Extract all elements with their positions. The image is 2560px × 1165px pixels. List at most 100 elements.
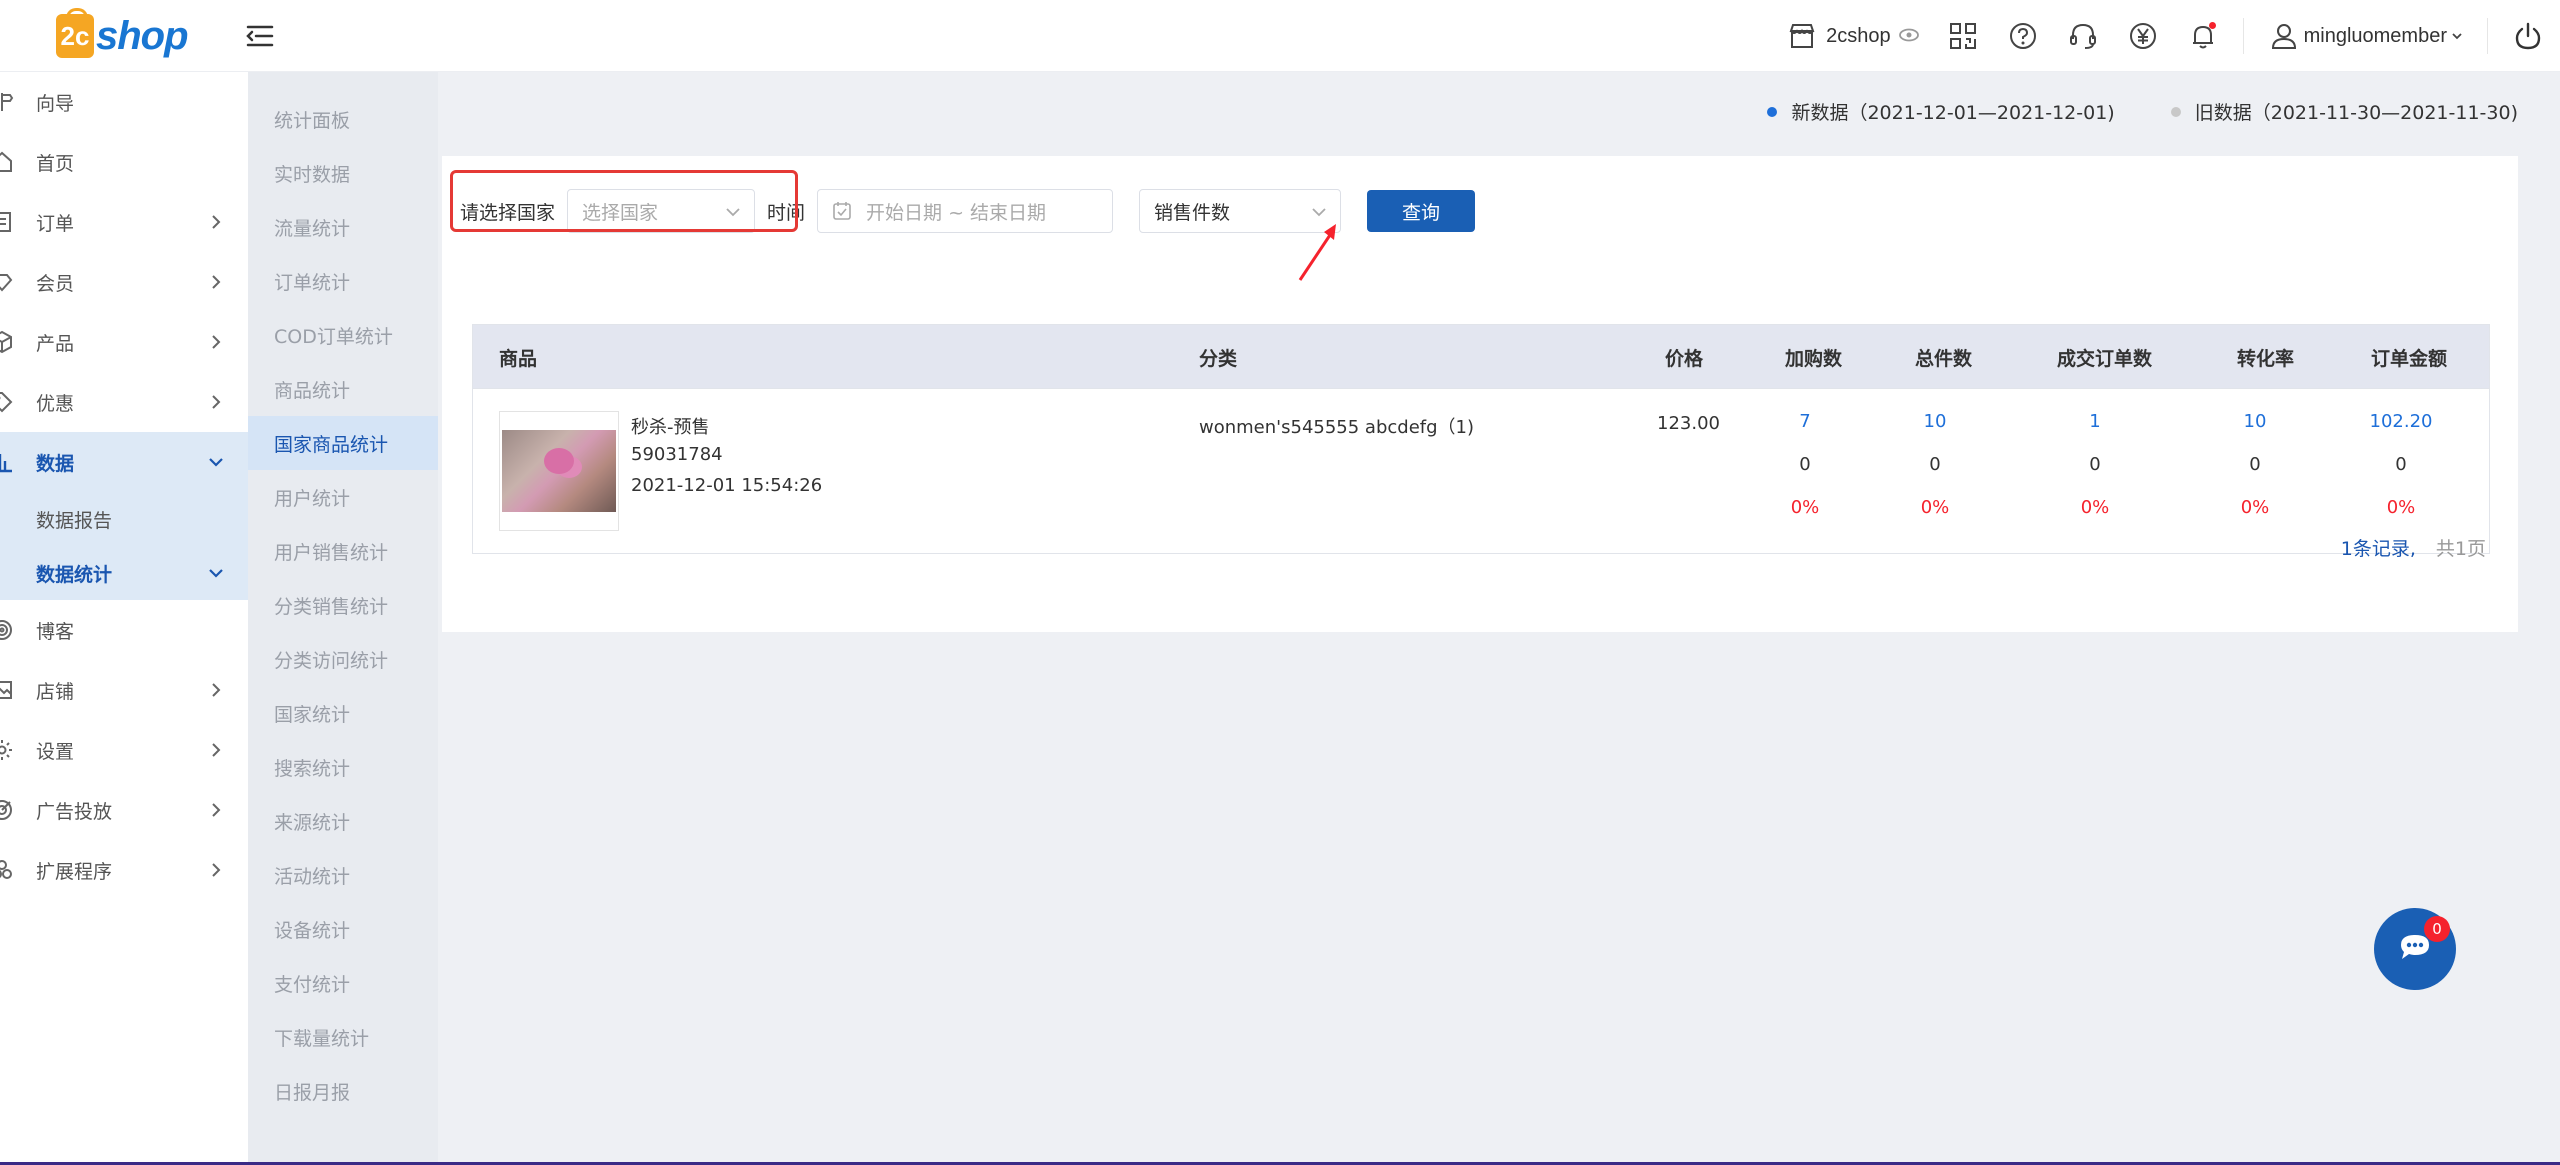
legend-new-label: 新数据（2021-12-01—2021-12-01)	[1791, 102, 2115, 124]
help-icon	[2007, 20, 2039, 52]
sidebar-item-coupons[interactable]: 优惠	[0, 372, 248, 432]
user-menu[interactable]: mingluomember	[2254, 0, 2477, 72]
subnav-item[interactable]: 国家统计	[248, 686, 438, 740]
col-price: 价格	[1665, 347, 1704, 370]
product-image[interactable]	[499, 411, 619, 531]
sidebar-item-label: 设置	[36, 740, 75, 763]
product-icon	[0, 330, 14, 354]
chevron-down-icon	[206, 563, 226, 583]
extension-icon	[0, 858, 14, 882]
conversion-old: 0	[2249, 454, 2261, 475]
sidebar-subitem-data-stats[interactable]: 数据统计	[0, 546, 248, 600]
conversion-new: 10	[2243, 411, 2267, 432]
logout-button[interactable]	[2498, 0, 2560, 72]
product-stats-table: 商品 分类 价格 加购数 总件数 成交订单数 转化率 订单金额 秒杀-预售 59…	[472, 324, 2490, 554]
sidebar-item-label: 向导	[36, 92, 75, 115]
query-button[interactable]: 查询	[1367, 190, 1476, 232]
legend-new: 新数据（2021-12-01—2021-12-01)	[1767, 98, 2115, 125]
logo[interactable]: 2c shop	[56, 8, 189, 64]
stats-subnav: 统计面板 实时数据 流量统计 订单统计 COD订单统计 商品统计 国家商品统计 …	[248, 72, 438, 1165]
yen-icon	[2127, 20, 2159, 52]
subnav-item[interactable]: 实时数据	[248, 146, 438, 200]
subnav-item[interactable]: 用户销售统计	[248, 524, 438, 578]
conversion-values: 10 0 0%	[2195, 411, 2315, 540]
date-placeholder: 开始日期 ~ 结束日期	[866, 201, 1047, 224]
qrcode-button[interactable]	[1933, 0, 1993, 72]
chart-icon	[0, 450, 14, 474]
sidebar-item-label: 产品	[36, 332, 75, 355]
sidebar-item-label: 博客	[36, 620, 75, 643]
sidebar-item-guide[interactable]: 向导	[0, 72, 248, 132]
col-cart: 加购数	[1785, 347, 1843, 370]
store-icon	[0, 678, 14, 702]
chevron-right-icon	[206, 272, 226, 292]
chevron-down-icon	[206, 452, 226, 472]
sort-value: 销售件数	[1154, 201, 1231, 224]
product-name[interactable]: 秒杀-预售	[631, 413, 710, 439]
sidebar-item-store[interactable]: 店铺	[0, 660, 248, 720]
legend-old-label: 旧数据（2021-11-30—2021-11-30)	[2194, 102, 2518, 124]
chevron-right-icon	[206, 800, 226, 820]
power-icon	[2512, 20, 2544, 52]
username: mingluomember	[2303, 24, 2447, 47]
eye-icon[interactable]	[1898, 25, 1919, 48]
subnav-item[interactable]: 分类访问统计	[248, 632, 438, 686]
sidebar-item-products[interactable]: 产品	[0, 312, 248, 372]
subnav-item[interactable]: COD订单统计	[248, 308, 438, 362]
sidebar-subitem-data-report[interactable]: 数据报告	[0, 492, 248, 546]
store-name: 2cshop	[1826, 24, 1891, 47]
subnav-item[interactable]: 活动统计	[248, 848, 438, 902]
subnav-item[interactable]: 统计面板	[248, 92, 438, 146]
date-range-input[interactable]: 开始日期 ~ 结束日期	[817, 189, 1114, 233]
qrcode-icon	[1947, 20, 1979, 52]
sidebar-item-extensions[interactable]: 扩展程序	[0, 840, 248, 900]
sidebar-item-data[interactable]: 数据	[0, 432, 248, 492]
cart-old: 0	[1799, 454, 1811, 475]
coupon-icon	[0, 390, 14, 414]
menu-toggle-icon[interactable]	[244, 20, 276, 52]
subnav-item[interactable]: 流量统计	[248, 200, 438, 254]
sidebar-item-members[interactable]: 会员	[0, 252, 248, 312]
notification-dot	[2208, 22, 2216, 29]
subnav-item[interactable]: 下载量统计	[248, 1010, 438, 1064]
pagination: 1条记录, 共1页	[2341, 534, 2486, 561]
chevron-right-icon	[206, 680, 226, 700]
orders-new: 1	[2089, 411, 2101, 432]
help-button[interactable]	[1993, 0, 2053, 72]
subnav-item[interactable]: 日报月报	[248, 1064, 438, 1118]
support-button[interactable]	[2053, 0, 2113, 72]
sidebar-item-orders[interactable]: 订单	[0, 192, 248, 252]
subnav-item[interactable]: 商品统计	[248, 362, 438, 416]
subnav-item[interactable]: 来源统计	[248, 794, 438, 848]
logo-mark: 2c	[56, 8, 94, 58]
sidebar-item-home[interactable]: 首页	[0, 132, 248, 192]
chevron-down-icon	[2451, 25, 2463, 48]
sidebar-item-label: 店铺	[36, 680, 75, 703]
main-sidebar: 向导 首页 订单 会员 产品 优惠 数据 数据报告 数据统计 博客 店铺 设置 …	[0, 72, 248, 1165]
total-new: 10	[1923, 411, 1947, 432]
subnav-item[interactable]: 搜索统计	[248, 740, 438, 794]
legend-dot-old	[2170, 106, 2181, 117]
sidebar-subitem-label: 数据报告	[36, 509, 113, 532]
subnav-item[interactable]: 订单统计	[248, 254, 438, 308]
subnav-item[interactable]: 设备统计	[248, 902, 438, 956]
sidebar-item-settings[interactable]: 设置	[0, 720, 248, 780]
product-photo	[502, 430, 616, 512]
notification-button[interactable]	[2173, 0, 2233, 72]
data-legend: 新数据（2021-12-01—2021-12-01) 旧数据（2021-11-3…	[1711, 98, 2518, 125]
subnav-item[interactable]: 支付统计	[248, 956, 438, 1010]
sidebar-item-label: 订单	[36, 212, 75, 235]
col-orders: 成交订单数	[2057, 347, 2153, 370]
subnav-item[interactable]: 分类销售统计	[248, 578, 438, 632]
store-switcher[interactable]: 2cshop	[1772, 0, 1933, 72]
sidebar-item-blog[interactable]: 博客	[0, 600, 248, 660]
sidebar-item-label: 首页	[36, 152, 75, 175]
sidebar-item-ads[interactable]: 广告投放	[0, 780, 248, 840]
sidebar-item-label: 会员	[36, 272, 75, 295]
total-change: 0%	[1920, 497, 1950, 518]
subnav-item[interactable]: 用户统计	[248, 470, 438, 524]
chat-button[interactable]: 0	[2374, 908, 2456, 990]
cart-values: 7 0 0%	[1745, 411, 1865, 540]
subnav-item-active[interactable]: 国家商品统计	[248, 416, 438, 470]
currency-button[interactable]	[2113, 0, 2173, 72]
